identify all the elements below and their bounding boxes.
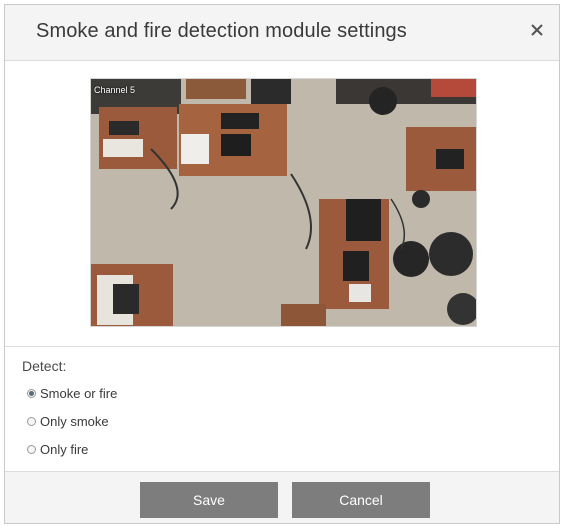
radio-only-fire-label: Only fire bbox=[40, 442, 89, 457]
dialog-header: Smoke and fire detection module settings bbox=[5, 5, 559, 61]
close-icon[interactable] bbox=[525, 18, 549, 42]
detect-label: Detect: bbox=[22, 358, 67, 374]
dialog-footer: Save Cancel bbox=[5, 471, 559, 523]
divider bbox=[5, 346, 559, 347]
radio-only-smoke-indicator[interactable] bbox=[27, 417, 36, 426]
radio-only-fire-indicator[interactable] bbox=[27, 445, 36, 454]
dialog-title: Smoke and fire detection module settings bbox=[36, 20, 407, 42]
save-button[interactable]: Save bbox=[140, 482, 278, 518]
cancel-button[interactable]: Cancel bbox=[292, 482, 430, 518]
radio-only-fire[interactable]: Only fire bbox=[27, 442, 88, 457]
radio-smoke-or-fire[interactable]: Smoke or fire bbox=[27, 386, 117, 401]
radio-smoke-or-fire-indicator[interactable] bbox=[27, 389, 36, 398]
radio-smoke-or-fire-label: Smoke or fire bbox=[40, 386, 118, 401]
camera-snapshot-image bbox=[91, 79, 476, 326]
camera-preview: Channel 5 bbox=[90, 78, 477, 327]
settings-dialog: Smoke and fire detection module settings bbox=[4, 4, 560, 524]
channel-label: Channel 5 bbox=[94, 85, 136, 95]
radio-only-smoke-label: Only smoke bbox=[40, 414, 109, 429]
radio-only-smoke[interactable]: Only smoke bbox=[27, 414, 109, 429]
